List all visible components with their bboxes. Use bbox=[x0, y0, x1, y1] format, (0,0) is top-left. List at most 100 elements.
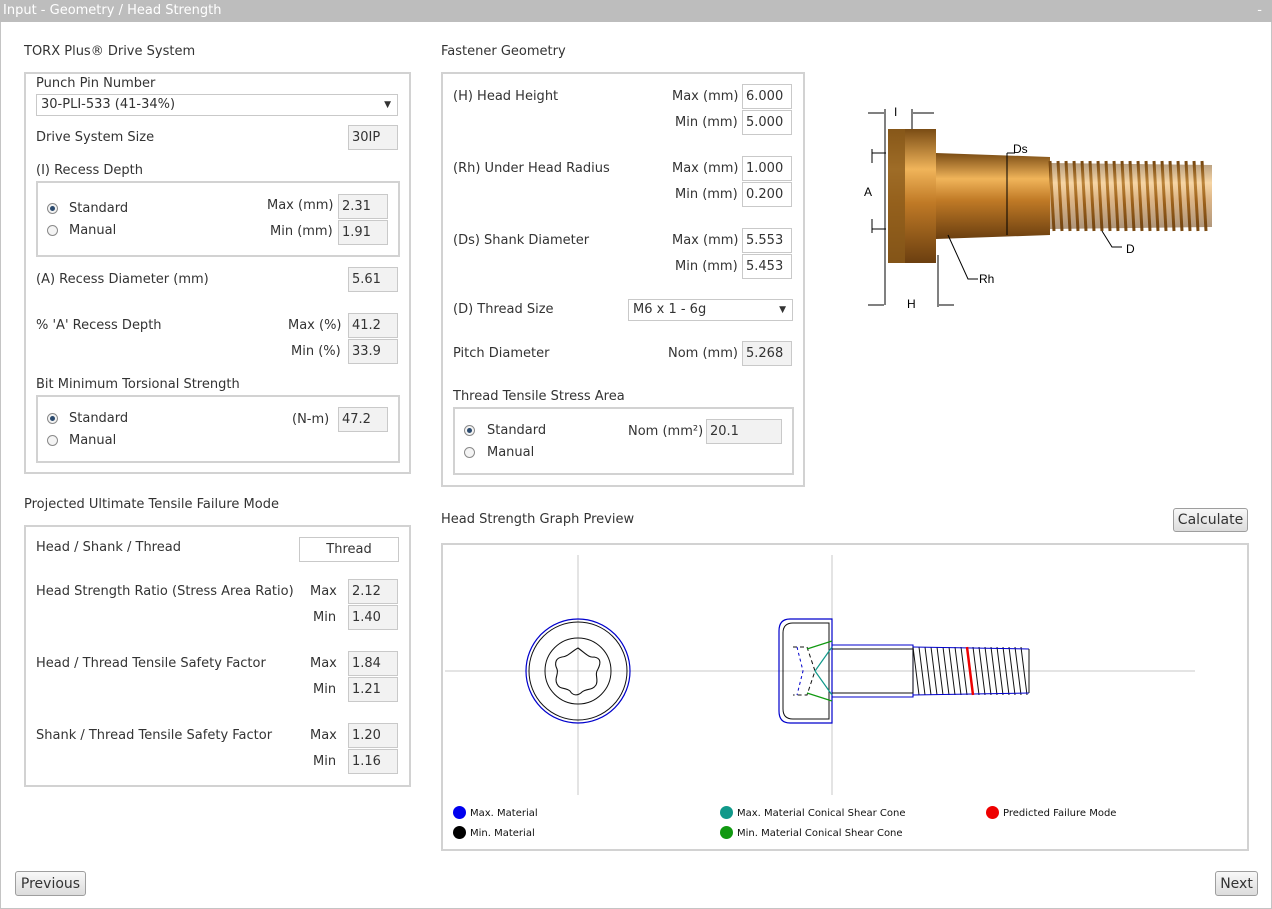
dim-label-ds: Ds bbox=[1013, 142, 1028, 156]
pitch-diameter-label: Pitch Diameter bbox=[453, 346, 550, 361]
minimize-button[interactable]: - bbox=[1257, 0, 1262, 22]
recess-diameter-label: (A) Recess Diameter (mm) bbox=[36, 272, 209, 287]
thread-size-value: M6 x 1 - 6g bbox=[633, 302, 707, 317]
recess-min-label: Min (mm) bbox=[270, 224, 333, 239]
shank-thread-max-field: 1.20 bbox=[348, 723, 398, 748]
window-title: Input - Geometry / Head Strength bbox=[3, 3, 222, 18]
stress-manual-radio[interactable] bbox=[464, 447, 475, 458]
dim-label-rh: Rh bbox=[979, 272, 994, 286]
legend-failure-swatch bbox=[986, 806, 999, 819]
recess-standard-label: Standard bbox=[69, 201, 129, 216]
legend-min-cone-swatch bbox=[720, 826, 733, 839]
head-thread-min-label: Min bbox=[313, 682, 337, 697]
shank-max-label: Max (mm) bbox=[672, 233, 739, 248]
punch-pin-label: Punch Pin Number bbox=[36, 76, 156, 91]
dim-label-d: D bbox=[1126, 242, 1135, 256]
dim-label-h: H bbox=[907, 297, 916, 311]
screw-dimension-diagram: I Ds A D Rh H bbox=[864, 105, 1212, 311]
head-thread-min-field: 1.21 bbox=[348, 677, 398, 702]
stress-area-title: Thread Tensile Stress Area bbox=[453, 389, 625, 404]
bit-standard-label: Standard bbox=[69, 411, 129, 426]
head-height-min-label: Min (mm) bbox=[675, 115, 738, 130]
legend-max-cone-label: Max. Material Conical Shear Cone bbox=[737, 808, 906, 819]
thread-size-label: (D) Thread Size bbox=[453, 302, 554, 317]
fastener-section-title: Fastener Geometry bbox=[441, 44, 566, 59]
head-thread-max-label: Max bbox=[310, 656, 337, 671]
dim-label-i: I bbox=[894, 105, 897, 119]
shank-thread-max-label: Max bbox=[310, 728, 337, 743]
shank-max-input[interactable]: 5.553 bbox=[742, 228, 792, 253]
legend-min-material-swatch bbox=[453, 826, 466, 839]
failure-mode-field: Thread bbox=[299, 537, 399, 562]
punch-pin-select[interactable]: 30-PLI-533 (41-34%) ▼ bbox=[36, 94, 398, 116]
stress-standard-radio[interactable] bbox=[464, 425, 475, 436]
legend-min-cone-label: Min. Material Conical Shear Cone bbox=[737, 828, 903, 839]
shank-thread-min-label: Min bbox=[313, 754, 337, 769]
legend-max-material-label: Max. Material bbox=[470, 808, 538, 819]
recess-max-field: 2.31 bbox=[338, 194, 388, 219]
recess-manual-label: Manual bbox=[69, 223, 117, 238]
pct-min-field: 33.9 bbox=[348, 339, 398, 364]
ratio-label: Head Strength Ratio (Stress Area Ratio) bbox=[36, 584, 294, 599]
bit-manual-label: Manual bbox=[69, 433, 117, 448]
shank-min-input[interactable]: 5.453 bbox=[742, 254, 792, 279]
punch-pin-value: 30-PLI-533 (41-34%) bbox=[41, 97, 176, 112]
under-head-radius-label: (Rh) Under Head Radius bbox=[453, 161, 610, 176]
radius-min-label: Min (mm) bbox=[675, 187, 738, 202]
head-thread-max-field: 1.84 bbox=[348, 651, 398, 676]
legend-min-material-label: Min. Material bbox=[470, 828, 535, 839]
previous-button[interactable]: Previous bbox=[15, 871, 86, 896]
failure-mode-label: Head / Shank / Thread bbox=[36, 540, 181, 555]
bit-manual-radio[interactable] bbox=[47, 435, 58, 446]
radius-max-input[interactable]: 1.000 bbox=[742, 156, 792, 181]
head-height-max-label: Max (mm) bbox=[672, 89, 739, 104]
legend-failure-label: Predicted Failure Mode bbox=[1003, 808, 1117, 819]
radius-min-input[interactable]: 0.200 bbox=[742, 182, 792, 207]
recess-depth-group bbox=[36, 181, 400, 257]
shank-thread-min-field: 1.16 bbox=[348, 749, 398, 774]
bit-strength-field: 47.2 bbox=[338, 407, 388, 432]
head-height-max-input[interactable]: 6.000 bbox=[742, 84, 792, 109]
drive-section-title: TORX Plus® Drive System bbox=[24, 44, 196, 59]
screw-image bbox=[888, 129, 1212, 263]
ratio-min-label: Min bbox=[313, 610, 337, 625]
ratio-min-field: 1.40 bbox=[348, 605, 398, 630]
bit-standard-radio[interactable] bbox=[47, 413, 58, 424]
shank-thread-sf-label: Shank / Thread Tensile Safety Factor bbox=[36, 728, 273, 743]
ratio-max-field: 2.12 bbox=[348, 579, 398, 604]
recess-max-label: Max (mm) bbox=[267, 198, 334, 213]
next-button[interactable]: Next bbox=[1215, 871, 1258, 896]
failure-section-title: Projected Ultimate Tensile Failure Mode bbox=[24, 497, 279, 512]
head-height-min-input[interactable]: 5.000 bbox=[742, 110, 792, 135]
shank-min-label: Min (mm) bbox=[675, 259, 738, 274]
stress-area-field: 20.1 bbox=[706, 419, 782, 444]
pct-max-field: 41.2 bbox=[348, 313, 398, 338]
recess-standard-radio[interactable] bbox=[47, 203, 58, 214]
graph-section-title: Head Strength Graph Preview bbox=[441, 512, 635, 527]
pitch-unit-label: Nom (mm) bbox=[668, 346, 738, 361]
chevron-down-icon: ▼ bbox=[779, 305, 786, 315]
recess-min-field: 1.91 bbox=[338, 220, 388, 245]
drive-size-label: Drive System Size bbox=[36, 130, 155, 145]
recess-diameter-field: 5.61 bbox=[348, 267, 398, 292]
bit-unit-label: (N-m) bbox=[292, 412, 330, 427]
graph-centerlines bbox=[445, 555, 1195, 795]
legend-max-material-swatch bbox=[453, 806, 466, 819]
window-title-bar: Input - Geometry / Head Strength - bbox=[0, 0, 1272, 22]
stress-standard-label: Standard bbox=[487, 423, 547, 438]
dim-label-a: A bbox=[864, 185, 872, 199]
head-thread-sf-label: Head / Thread Tensile Safety Factor bbox=[36, 656, 266, 671]
recess-manual-radio[interactable] bbox=[47, 225, 58, 236]
stress-manual-label: Manual bbox=[487, 445, 535, 460]
pct-min-label: Min (%) bbox=[291, 344, 341, 359]
radius-max-label: Max (mm) bbox=[672, 161, 739, 176]
pct-recess-label: % 'A' Recess Depth bbox=[36, 318, 162, 333]
calculate-button[interactable]: Calculate bbox=[1173, 508, 1248, 532]
ratio-max-label: Max bbox=[310, 584, 337, 599]
pitch-diameter-field: 5.268 bbox=[742, 341, 792, 366]
head-strength-graph bbox=[445, 555, 1195, 795]
shank-diameter-label: (Ds) Shank Diameter bbox=[453, 233, 590, 248]
recess-depth-title: (I) Recess Depth bbox=[36, 163, 143, 178]
pct-max-label: Max (%) bbox=[288, 318, 342, 333]
thread-size-select[interactable]: M6 x 1 - 6g ▼ bbox=[628, 299, 793, 321]
